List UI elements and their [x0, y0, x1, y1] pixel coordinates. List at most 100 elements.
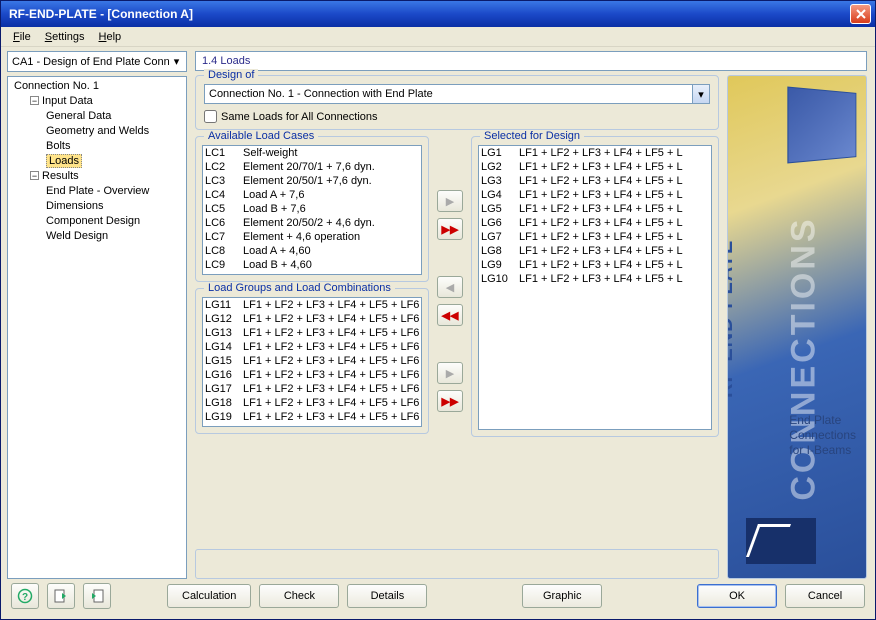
list-item[interactable]: LC5Load B + 7,6: [203, 202, 421, 216]
chevron-down-icon: ▾: [169, 55, 184, 68]
design-of-dropdown[interactable]: Connection No. 1 - Connection with End P…: [204, 84, 710, 104]
tree-loads[interactable]: Loads: [10, 154, 184, 169]
selected-group: Selected for Design LG1LF1 + LF2 + LF3 +…: [471, 136, 719, 437]
list-item[interactable]: LG14LF1 + LF2 + LF3 + LF4 + LF5 + LF6: [203, 340, 421, 354]
selected-listbox[interactable]: LG1LF1 + LF2 + LF3 + LF4 + LF5 + LLG2LF1…: [478, 145, 712, 430]
list-item[interactable]: LG13LF1 + LF2 + LF3 + LF4 + LF5 + LF6: [203, 326, 421, 340]
navigator-tree[interactable]: Connection No. 1 −Input Data General Dat…: [7, 76, 187, 579]
list-item[interactable]: LC2Element 20/70/1 + 7,6 dyn.: [203, 160, 421, 174]
status-strip: [195, 549, 719, 579]
combos-legend: Load Groups and Load Combinations: [204, 282, 395, 294]
list-item[interactable]: LG5LF1 + LF2 + LF3 + LF4 + LF5 + L: [479, 202, 711, 216]
close-button[interactable]: [850, 4, 871, 24]
banner-caption: End Plate Connections for I-Beams: [789, 413, 856, 458]
list-item[interactable]: LC9Load B + 4,60: [203, 258, 421, 272]
tree-weld-design[interactable]: Weld Design: [10, 229, 184, 244]
collapse-icon[interactable]: −: [30, 171, 39, 180]
same-loads-input[interactable]: [204, 110, 217, 123]
list-item[interactable]: LG7LF1 + LF2 + LF3 + LF4 + LF5 + L: [479, 230, 711, 244]
menu-file[interactable]: File: [7, 29, 37, 45]
case-combo[interactable]: CA1 - Design of End Plate Connections ▾: [7, 51, 187, 72]
add-combo-all-button[interactable]: ▶▶: [437, 390, 463, 412]
beam-illustration-icon: [787, 86, 856, 163]
tree-results[interactable]: −Results: [10, 169, 184, 184]
tree-root[interactable]: Connection No. 1: [10, 79, 184, 94]
tree-overview[interactable]: End Plate - Overview: [10, 184, 184, 199]
tree-input-data[interactable]: −Input Data: [10, 94, 184, 109]
list-item[interactable]: LG2LF1 + LF2 + LF3 + LF4 + LF5 + L: [479, 160, 711, 174]
main-panel: 1.4 Loads Design of Connection No. 1 - C…: [191, 47, 875, 579]
available-load-cases-group: Available Load Cases LC1Self-weightLC2El…: [195, 136, 429, 282]
app-window: RF-END-PLATE - [Connection A] File Setti…: [0, 0, 876, 620]
list-item[interactable]: LG19LF1 + LF2 + LF3 + LF4 + LF5 + LF6: [203, 410, 421, 424]
transfer-buttons: ▶ ▶▶ ◀ ◀◀ ▶ ▶▶: [435, 136, 465, 412]
case-combo-value: CA1 - Design of End Plate Connections: [12, 56, 169, 68]
list-item[interactable]: LG4LF1 + LF2 + LF3 + LF4 + LF5 + L: [479, 188, 711, 202]
calculation-button[interactable]: Calculation: [167, 584, 251, 608]
selected-legend: Selected for Design: [480, 130, 584, 142]
collapse-icon[interactable]: −: [30, 96, 39, 105]
add-combo-one-button[interactable]: ▶: [437, 362, 463, 384]
list-item[interactable]: LC1Self-weight: [203, 146, 421, 160]
same-loads-checkbox[interactable]: Same Loads for All Connections: [204, 110, 710, 123]
check-button[interactable]: Check: [259, 584, 339, 608]
menubar: File Settings Help: [1, 27, 875, 47]
list-item[interactable]: LC7Element + 4,6 operation: [203, 230, 421, 244]
tree-bolts[interactable]: Bolts: [10, 139, 184, 154]
menu-help[interactable]: Help: [93, 29, 128, 45]
content: CA1 - Design of End Plate Connections ▾ …: [1, 47, 875, 579]
add-one-button[interactable]: ▶: [437, 190, 463, 212]
list-item[interactable]: LG16LF1 + LF2 + LF3 + LF4 + LF5 + LF6: [203, 368, 421, 382]
navigator-panel: CA1 - Design of End Plate Connections ▾ …: [1, 47, 191, 579]
section-title-text: 1.4 Loads: [202, 55, 250, 67]
close-icon: [855, 8, 867, 20]
section-header: 1.4 Loads: [195, 51, 867, 71]
tree-dimensions[interactable]: Dimensions: [10, 199, 184, 214]
list-item[interactable]: LG18LF1 + LF2 + LF3 + LF4 + LF5 + LF6: [203, 396, 421, 410]
design-of-group: Design of Connection No. 1 - Connection …: [195, 75, 719, 130]
load-combos-group: Load Groups and Load Combinations LG11LF…: [195, 288, 429, 434]
list-item[interactable]: LC4Load A + 7,6: [203, 188, 421, 202]
prev-page-button[interactable]: [47, 583, 75, 609]
banner-line2: Connections: [789, 428, 856, 443]
available-legend: Available Load Cases: [204, 130, 318, 142]
available-listbox[interactable]: LC1Self-weightLC2Element 20/70/1 + 7,6 d…: [202, 145, 422, 275]
list-item[interactable]: LG17LF1 + LF2 + LF3 + LF4 + LF5 + LF6: [203, 382, 421, 396]
combos-listbox[interactable]: LG11LF1 + LF2 + LF3 + LF4 + LF5 + LF6LG1…: [202, 297, 422, 427]
dlubal-logo-icon: [746, 518, 816, 564]
list-item[interactable]: LG11LF1 + LF2 + LF3 + LF4 + LF5 + LF6: [203, 298, 421, 312]
remove-one-button[interactable]: ◀: [437, 276, 463, 298]
list-item[interactable]: LC8Load A + 4,60: [203, 244, 421, 258]
help-icon: ?: [17, 588, 33, 604]
list-item[interactable]: LC3Element 20/50/1 +7,6 dyn.: [203, 174, 421, 188]
tree-general-data[interactable]: General Data: [10, 109, 184, 124]
window-title: RF-END-PLATE - [Connection A]: [5, 7, 850, 21]
graphic-button[interactable]: Graphic: [522, 584, 602, 608]
design-of-value: Connection No. 1 - Connection with End P…: [205, 88, 692, 100]
list-item[interactable]: LG1LF1 + LF2 + LF3 + LF4 + LF5 + L: [479, 146, 711, 160]
help-button[interactable]: ?: [11, 583, 39, 609]
add-all-button[interactable]: ▶▶: [437, 218, 463, 240]
list-item[interactable]: LG6LF1 + LF2 + LF3 + LF4 + LF5 + L: [479, 216, 711, 230]
remove-all-button[interactable]: ◀◀: [437, 304, 463, 326]
page-next-icon: [89, 588, 105, 604]
design-of-legend: Design of: [204, 69, 258, 81]
list-item[interactable]: LC6Element 20/50/2 + 4,6 dyn.: [203, 216, 421, 230]
tree-component-design[interactable]: Component Design: [10, 214, 184, 229]
ok-button[interactable]: OK: [697, 584, 777, 608]
list-item[interactable]: LG9LF1 + LF2 + LF3 + LF4 + LF5 + L: [479, 258, 711, 272]
menu-settings[interactable]: Settings: [39, 29, 91, 45]
cancel-button[interactable]: Cancel: [785, 584, 865, 608]
next-page-button[interactable]: [83, 583, 111, 609]
details-button[interactable]: Details: [347, 584, 427, 608]
product-banner: RF-END-PLATE CONNECTIONS End Plate Conne…: [727, 75, 867, 579]
list-item[interactable]: LG12LF1 + LF2 + LF3 + LF4 + LF5 + LF6: [203, 312, 421, 326]
list-item[interactable]: LG15LF1 + LF2 + LF3 + LF4 + LF5 + LF6: [203, 354, 421, 368]
page-prev-icon: [53, 588, 69, 604]
list-item[interactable]: LG3LF1 + LF2 + LF3 + LF4 + LF5 + L: [479, 174, 711, 188]
list-item[interactable]: LG8LF1 + LF2 + LF3 + LF4 + LF5 + L: [479, 244, 711, 258]
list-item[interactable]: LG10LF1 + LF2 + LF3 + LF4 + LF5 + L: [479, 272, 711, 286]
tree-geometry-welds[interactable]: Geometry and Welds: [10, 124, 184, 139]
banner-line3: for I-Beams: [789, 443, 856, 458]
banner-line1: End Plate: [789, 413, 856, 428]
